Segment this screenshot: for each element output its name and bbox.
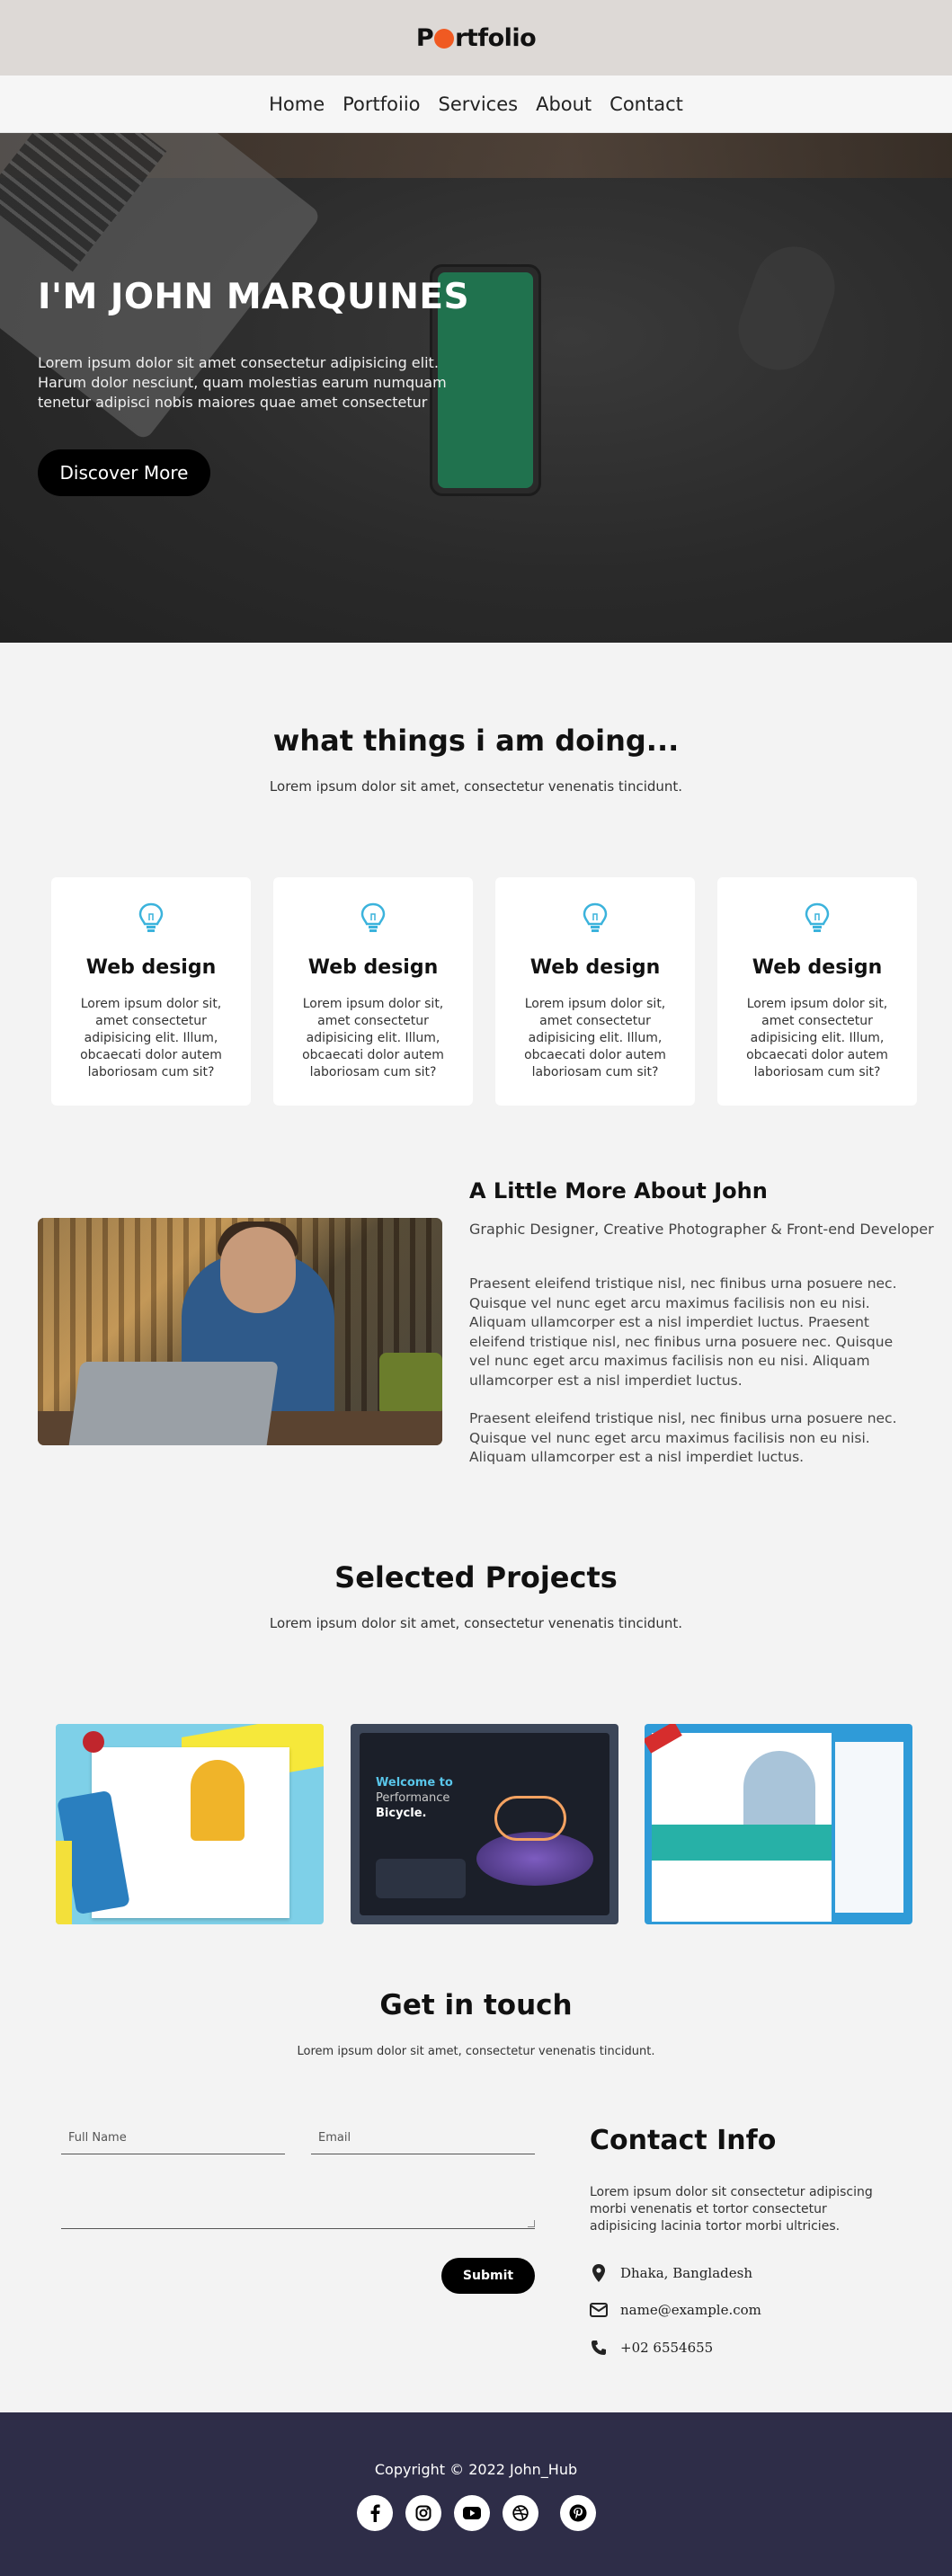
service-text: Lorem ipsum dolor sit, amet consectetur …: [302, 997, 444, 1079]
address-text: Dhaka, Bangladesh: [620, 2265, 753, 2281]
top-header: P rtfolio: [0, 0, 952, 76]
about-photo: [38, 1218, 442, 1445]
footer: Copyright © 2022 John_Hub: [0, 2412, 952, 2576]
contact-title: Get in touch: [379, 1989, 573, 2021]
email-placeholder: Email: [318, 2131, 351, 2145]
phone-text: +02 6554655: [620, 2340, 714, 2356]
resize-handle-icon[interactable]: [528, 2220, 535, 2227]
projects-subtitle: Lorem ipsum dolor sit amet, consectetur …: [269, 1615, 683, 1631]
project-2-heading-2: Performance: [376, 1791, 450, 1805]
service-card: Web design Lorem ipsum dolor sit, amet c…: [495, 877, 695, 1106]
service-title: Web design: [85, 956, 217, 979]
phone-icon: [590, 2339, 608, 2357]
hero-title: I'M JOHN MARQUINES: [38, 277, 470, 317]
lightbulb-icon: [360, 902, 386, 932]
services-title: what things i am doing...: [272, 724, 680, 758]
nav-home[interactable]: Home: [269, 93, 325, 115]
facebook-icon[interactable]: [356, 2495, 393, 2531]
hero-section: I'M JOHN MARQUINES Lorem ipsum dolor sit…: [0, 133, 952, 643]
lightbulb-icon: [583, 902, 608, 932]
nav-contact[interactable]: Contact: [609, 93, 683, 115]
submit-button[interactable]: Submit: [441, 2258, 535, 2294]
services-subtitle: Lorem ipsum dolor sit amet, consectetur …: [269, 778, 683, 795]
project-2-heading-3: Bicycle.: [376, 1807, 427, 1820]
service-title: Web design: [529, 956, 661, 979]
location-pin-icon: [590, 2264, 608, 2282]
contact-subtitle: Lorem ipsum dolor sit amet, consectetur …: [297, 2045, 655, 2058]
lightbulb-icon: [805, 902, 830, 932]
nav-portfolio[interactable]: Portfoiio: [343, 93, 420, 115]
email-text[interactable]: name@example.com: [620, 2302, 761, 2318]
logo-circle-icon: [434, 29, 455, 49]
contact-info-title: Contact Info: [590, 2125, 777, 2156]
service-text: Lorem ipsum dolor sit, amet consectetur …: [80, 997, 222, 1079]
about-subtitle: Graphic Designer, Creative Photographer …: [469, 1221, 934, 1238]
full-name-input[interactable]: Full Name: [61, 2127, 285, 2154]
projects-title: Selected Projects: [334, 1560, 618, 1594]
message-textarea[interactable]: [61, 2182, 535, 2229]
project-card-2[interactable]: Welcome to Performance Bicycle.: [351, 1724, 618, 1924]
project-card-1[interactable]: [56, 1724, 324, 1924]
hero-text: Lorem ipsum dolor sit amet consectetur a…: [38, 354, 447, 411]
youtube-icon[interactable]: [453, 2495, 490, 2531]
project-card-3[interactable]: [645, 1724, 912, 1924]
contact-info-text: Lorem ipsum dolor sit consectetur adipis…: [590, 2185, 873, 2234]
instagram-icon[interactable]: [405, 2495, 441, 2531]
service-card: Web design Lorem ipsum dolor sit, amet c…: [273, 877, 473, 1106]
service-title: Web design: [307, 956, 439, 979]
discover-more-button[interactable]: Discover More: [38, 449, 210, 496]
service-title: Web design: [752, 956, 883, 979]
service-card: Web design Lorem ipsum dolor sit, amet c…: [717, 877, 917, 1106]
contact-email: name@example.com: [590, 2299, 761, 2321]
contact-phone: +02 6554655: [590, 2337, 713, 2358]
logo-prefix: P: [415, 23, 434, 52]
about-paragraph-1: Praesent eleifend tristique nisl, nec fi…: [469, 1275, 897, 1389]
dribbble-icon[interactable]: [502, 2495, 538, 2531]
nav-about[interactable]: About: [536, 93, 592, 115]
main-nav: Home Portfoiio Services About Contact: [0, 76, 952, 133]
logo[interactable]: P rtfolio: [415, 23, 537, 52]
service-card: Web design Lorem ipsum dolor sit, amet c…: [51, 877, 251, 1106]
full-name-placeholder: Full Name: [68, 2131, 127, 2145]
pinterest-icon[interactable]: [559, 2495, 596, 2531]
project-badge-icon: [83, 1731, 104, 1753]
contact-address: Dhaka, Bangladesh: [590, 2262, 752, 2284]
project-2-heading-1: Welcome to: [376, 1776, 453, 1790]
nav-services[interactable]: Services: [439, 93, 519, 115]
logo-suffix: rtfolio: [455, 23, 537, 52]
service-text: Lorem ipsum dolor sit, amet consectetur …: [746, 997, 888, 1079]
email-input[interactable]: Email: [311, 2127, 535, 2154]
lightbulb-icon: [138, 902, 164, 932]
service-text: Lorem ipsum dolor sit, amet consectetur …: [524, 997, 666, 1079]
envelope-icon: [590, 2301, 608, 2319]
about-paragraph-2: Praesent eleifend tristique nisl, nec fi…: [469, 1410, 897, 1465]
about-title: A Little More About John: [469, 1178, 768, 1204]
copyright-text: Copyright © 2022 John_Hub: [374, 2461, 578, 2478]
social-links: [0, 2495, 952, 2531]
bicycle-icon: [494, 1796, 566, 1841]
